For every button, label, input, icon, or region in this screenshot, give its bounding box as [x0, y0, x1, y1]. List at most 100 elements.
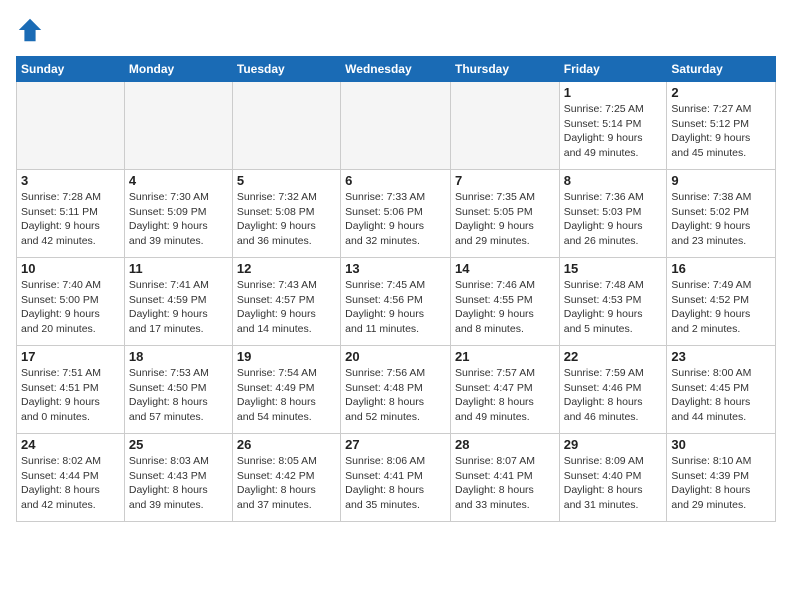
day-number: 15: [564, 261, 663, 276]
day-number: 30: [671, 437, 771, 452]
calendar-cell: 23 Sunrise: 8:00 AM Sunset: 4:45 PM Dayli…: [667, 346, 776, 434]
day-number: 25: [129, 437, 228, 452]
day-number: 13: [345, 261, 446, 276]
day-info: Sunrise: 7:30 AM Sunset: 5:09 PM Dayligh…: [129, 190, 228, 249]
calendar-cell: 6 Sunrise: 7:33 AM Sunset: 5:06 PM Daylig…: [341, 170, 451, 258]
day-number: 22: [564, 349, 663, 364]
calendar-cell: 24Sunrise: 8:02 AM Sunset: 4:44 PM Dayli…: [17, 434, 125, 522]
calendar-cell: 25 Sunrise: 8:03 AM Sunset: 4:43 PM Dayli…: [124, 434, 232, 522]
calendar-cell: 15 Sunrise: 7:48 AM Sunset: 4:53 PM Dayli…: [559, 258, 667, 346]
day-info: Sunrise: 7:33 AM Sunset: 5:06 PM Dayligh…: [345, 190, 446, 249]
calendar-cell: 10 Sunrise: 7:40 AM Sunset: 5:00 PM Dayli…: [17, 258, 125, 346]
day-info: Sunrise: 7:53 AM Sunset: 4:50 PM Dayligh…: [129, 366, 228, 425]
calendar-cell: [341, 82, 451, 170]
calendar-week-5: 24Sunrise: 8:02 AM Sunset: 4:44 PM Dayli…: [17, 434, 776, 522]
calendar-cell: 20Sunrise: 7:56 AM Sunset: 4:48 PM Dayli…: [341, 346, 451, 434]
day-info: Sunrise: 8:06 AM Sunset: 4:41 PM Dayligh…: [345, 454, 446, 513]
calendar-week-2: 3 Sunrise: 7:28 AM Sunset: 5:11 PM Daylig…: [17, 170, 776, 258]
day-info: Sunrise: 8:02 AM Sunset: 4:44 PM Dayligh…: [21, 454, 120, 513]
weekday-header-monday: Monday: [124, 57, 232, 82]
day-number: 23: [671, 349, 771, 364]
day-info: Sunrise: 7:49 AM Sunset: 4:52 PM Dayligh…: [671, 278, 771, 337]
day-info: Sunrise: 7:48 AM Sunset: 4:53 PM Dayligh…: [564, 278, 663, 337]
day-info: Sunrise: 7:57 AM Sunset: 4:47 PM Dayligh…: [455, 366, 555, 425]
weekday-header-friday: Friday: [559, 57, 667, 82]
calendar-cell: 1 Sunrise: 7:25 AM Sunset: 5:14 PM Daylig…: [559, 82, 667, 170]
day-info: Sunrise: 7:40 AM Sunset: 5:00 PM Dayligh…: [21, 278, 120, 337]
weekday-header-thursday: Thursday: [450, 57, 559, 82]
calendar-cell: 4 Sunrise: 7:30 AM Sunset: 5:09 PM Daylig…: [124, 170, 232, 258]
day-info: Sunrise: 8:05 AM Sunset: 4:42 PM Dayligh…: [237, 454, 336, 513]
day-info: Sunrise: 7:59 AM Sunset: 4:46 PM Dayligh…: [564, 366, 663, 425]
day-number: 1: [564, 85, 663, 100]
day-info: Sunrise: 7:38 AM Sunset: 5:02 PM Dayligh…: [671, 190, 771, 249]
day-info: Sunrise: 7:32 AM Sunset: 5:08 PM Dayligh…: [237, 190, 336, 249]
calendar-week-3: 10 Sunrise: 7:40 AM Sunset: 5:00 PM Dayli…: [17, 258, 776, 346]
day-number: 3: [21, 173, 120, 188]
calendar-cell: 21 Sunrise: 7:57 AM Sunset: 4:47 PM Dayli…: [450, 346, 559, 434]
calendar-cell: 8Sunrise: 7:36 AM Sunset: 5:03 PM Daylig…: [559, 170, 667, 258]
day-info: Sunrise: 7:45 AM Sunset: 4:56 PM Dayligh…: [345, 278, 446, 337]
calendar-cell: 14 Sunrise: 7:46 AM Sunset: 4:55 PM Dayli…: [450, 258, 559, 346]
day-info: Sunrise: 7:56 AM Sunset: 4:48 PM Dayligh…: [345, 366, 446, 425]
calendar-cell: 22 Sunrise: 7:59 AM Sunset: 4:46 PM Dayli…: [559, 346, 667, 434]
calendar-cell: 3 Sunrise: 7:28 AM Sunset: 5:11 PM Daylig…: [17, 170, 125, 258]
weekday-header-sunday: Sunday: [17, 57, 125, 82]
day-info: Sunrise: 7:25 AM Sunset: 5:14 PM Dayligh…: [564, 102, 663, 161]
day-number: 18: [129, 349, 228, 364]
day-number: 6: [345, 173, 446, 188]
calendar-cell: 12 Sunrise: 7:43 AM Sunset: 4:57 PM Dayli…: [232, 258, 340, 346]
calendar-cell: 11Sunrise: 7:41 AM Sunset: 4:59 PM Dayli…: [124, 258, 232, 346]
day-number: 26: [237, 437, 336, 452]
logo-icon: [16, 16, 44, 44]
day-info: Sunrise: 7:54 AM Sunset: 4:49 PM Dayligh…: [237, 366, 336, 425]
day-info: Sunrise: 7:27 AM Sunset: 5:12 PM Dayligh…: [671, 102, 771, 161]
day-info: Sunrise: 7:46 AM Sunset: 4:55 PM Dayligh…: [455, 278, 555, 337]
calendar-cell: 27 Sunrise: 8:06 AM Sunset: 4:41 PM Dayli…: [341, 434, 451, 522]
day-number: 5: [237, 173, 336, 188]
day-info: Sunrise: 8:09 AM Sunset: 4:40 PM Dayligh…: [564, 454, 663, 513]
day-number: 10: [21, 261, 120, 276]
day-number: 19: [237, 349, 336, 364]
day-number: 9: [671, 173, 771, 188]
calendar-cell: 29Sunrise: 8:09 AM Sunset: 4:40 PM Dayli…: [559, 434, 667, 522]
calendar-week-1: 1 Sunrise: 7:25 AM Sunset: 5:14 PM Daylig…: [17, 82, 776, 170]
day-info: Sunrise: 7:51 AM Sunset: 4:51 PM Dayligh…: [21, 366, 120, 425]
calendar-cell: 9 Sunrise: 7:38 AM Sunset: 5:02 PM Daylig…: [667, 170, 776, 258]
calendar-cell: 7 Sunrise: 7:35 AM Sunset: 5:05 PM Daylig…: [450, 170, 559, 258]
day-info: Sunrise: 7:28 AM Sunset: 5:11 PM Dayligh…: [21, 190, 120, 249]
day-number: 2: [671, 85, 771, 100]
day-number: 27: [345, 437, 446, 452]
day-info: Sunrise: 8:07 AM Sunset: 4:41 PM Dayligh…: [455, 454, 555, 513]
day-number: 11: [129, 261, 228, 276]
weekday-header-saturday: Saturday: [667, 57, 776, 82]
calendar-cell: 18 Sunrise: 7:53 AM Sunset: 4:50 PM Dayli…: [124, 346, 232, 434]
day-info: Sunrise: 7:43 AM Sunset: 4:57 PM Dayligh…: [237, 278, 336, 337]
calendar-cell: [124, 82, 232, 170]
calendar-cell: 19 Sunrise: 7:54 AM Sunset: 4:49 PM Dayli…: [232, 346, 340, 434]
calendar-table: SundayMondayTuesdayWednesdayThursdayFrid…: [16, 56, 776, 522]
calendar-cell: 5 Sunrise: 7:32 AM Sunset: 5:08 PM Daylig…: [232, 170, 340, 258]
calendar-cell: 17 Sunrise: 7:51 AM Sunset: 4:51 PM Dayli…: [17, 346, 125, 434]
calendar-cell: [450, 82, 559, 170]
page-header: [16, 16, 776, 44]
day-info: Sunrise: 7:35 AM Sunset: 5:05 PM Dayligh…: [455, 190, 555, 249]
day-number: 12: [237, 261, 336, 276]
day-number: 28: [455, 437, 555, 452]
calendar-cell: 13 Sunrise: 7:45 AM Sunset: 4:56 PM Dayli…: [341, 258, 451, 346]
weekday-header-tuesday: Tuesday: [232, 57, 340, 82]
day-info: Sunrise: 8:03 AM Sunset: 4:43 PM Dayligh…: [129, 454, 228, 513]
logo: [16, 16, 48, 44]
day-number: 17: [21, 349, 120, 364]
weekday-header-wednesday: Wednesday: [341, 57, 451, 82]
day-number: 7: [455, 173, 555, 188]
calendar-cell: 16Sunrise: 7:49 AM Sunset: 4:52 PM Dayli…: [667, 258, 776, 346]
day-info: Sunrise: 8:00 AM Sunset: 4:45 PM Dayligh…: [671, 366, 771, 425]
day-number: 4: [129, 173, 228, 188]
day-info: Sunrise: 8:10 AM Sunset: 4:39 PM Dayligh…: [671, 454, 771, 513]
calendar-cell: [232, 82, 340, 170]
day-number: 21: [455, 349, 555, 364]
calendar-cell: 28 Sunrise: 8:07 AM Sunset: 4:41 PM Dayli…: [450, 434, 559, 522]
calendar-cell: 2 Sunrise: 7:27 AM Sunset: 5:12 PM Daylig…: [667, 82, 776, 170]
day-number: 14: [455, 261, 555, 276]
